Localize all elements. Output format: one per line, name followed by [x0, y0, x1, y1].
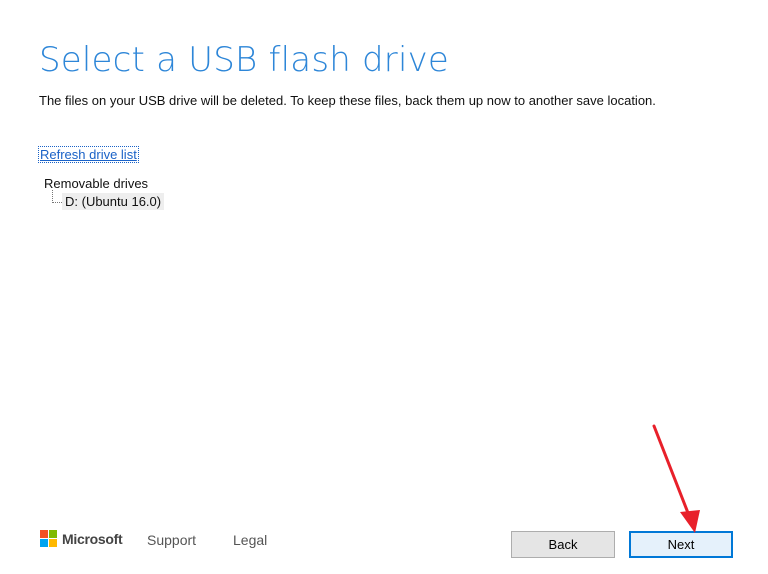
refresh-drive-list-link[interactable]: Refresh drive list — [38, 146, 139, 163]
microsoft-logo: Microsoft — [40, 530, 123, 547]
page-title: Select a USB flash drive — [39, 40, 450, 80]
usb-drive-selection-page: Select a USB flash drive The files on yo… — [0, 0, 768, 574]
microsoft-logo-icon — [40, 530, 57, 547]
page-subtitle: The files on your USB drive will be dele… — [39, 93, 656, 108]
tree-root-removable-drives: Removable drives — [44, 176, 149, 191]
back-button[interactable]: Back — [511, 531, 615, 558]
annotation-arrow-icon — [652, 424, 700, 533]
next-button[interactable]: Next — [629, 531, 733, 558]
legal-link[interactable]: Legal — [233, 532, 267, 548]
support-link[interactable]: Support — [147, 532, 196, 548]
tree-item-drive-d[interactable]: D: (Ubuntu 16.0) — [44, 190, 165, 210]
drive-tree: Removable drives D: (Ubuntu 16.0) — [44, 176, 165, 210]
drive-label[interactable]: D: (Ubuntu 16.0) — [62, 193, 165, 210]
microsoft-brand-text: Microsoft — [62, 530, 123, 547]
tree-connector-line — [52, 190, 62, 203]
